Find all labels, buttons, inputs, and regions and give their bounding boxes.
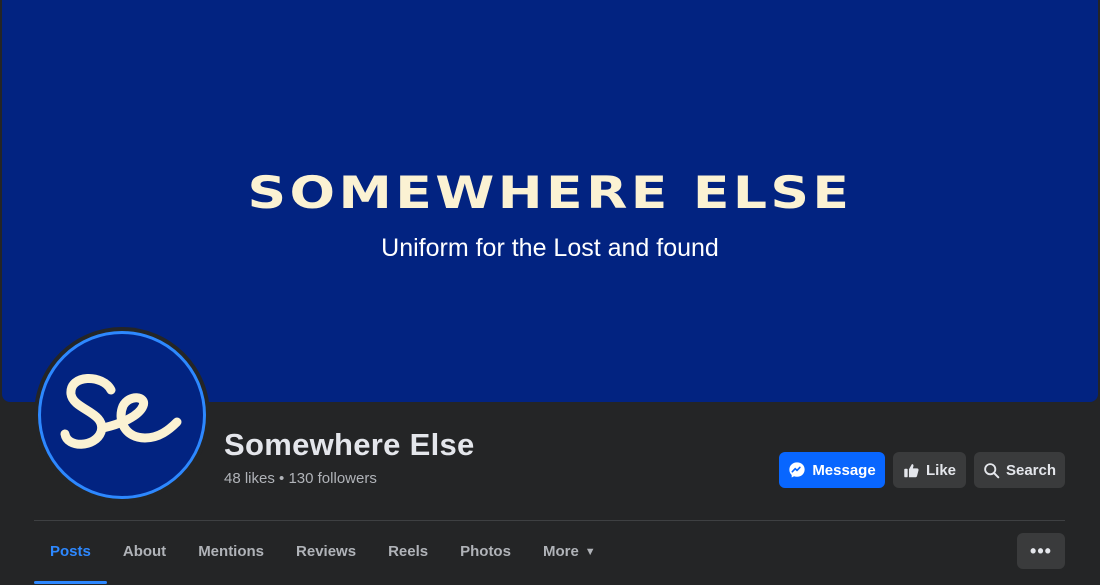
tab-label: About [122,542,167,560]
caret-down-icon: ▼ [584,545,596,558]
search-icon [984,462,1000,478]
tab-label: Mentions [198,542,265,560]
likes-followers-count: 48 likes • 130 followers [224,470,377,487]
tab-reels[interactable]: Reels [372,521,444,581]
like-button-label: Like [925,461,956,479]
like-button[interactable]: Like [893,452,966,488]
profile-picture-frame[interactable] [34,327,210,503]
more-options-button[interactable]: ••• [1017,533,1065,569]
tab-about[interactable]: About [107,521,182,581]
search-button[interactable]: Search [974,452,1065,488]
tab-label: Reels [388,542,429,560]
search-button-label: Search [1005,461,1057,479]
se-logo-icon [60,374,182,449]
page-header: SOMEWHERE ELSE Uniform for the Lost and … [0,0,1100,585]
tab-label: Photos [460,542,511,560]
thumbs-up-icon [904,463,919,477]
tab-label: Reviews [296,542,357,560]
profile-tabs: Posts About Mentions Reviews Reels Photo… [34,521,612,585]
messenger-icon [789,462,805,478]
cover-subtitle: Uniform for the Lost and found [381,234,719,262]
message-button-label: Message [812,461,876,479]
more-horizontal-icon: ••• [1030,540,1052,561]
tab-posts[interactable]: Posts [34,521,107,584]
tab-reviews[interactable]: Reviews [280,521,372,581]
page-title: Somewhere Else [224,427,475,462]
tab-label: Posts [50,542,91,560]
tab-photos[interactable]: Photos [444,521,527,581]
avatar[interactable] [38,331,206,499]
message-button[interactable]: Message [779,452,885,488]
tab-label: More [542,542,579,560]
cover-title: SOMEWHERE ELSE [247,167,853,220]
tab-more[interactable]: More ▼ [527,521,612,581]
tab-mentions[interactable]: Mentions [182,521,280,581]
